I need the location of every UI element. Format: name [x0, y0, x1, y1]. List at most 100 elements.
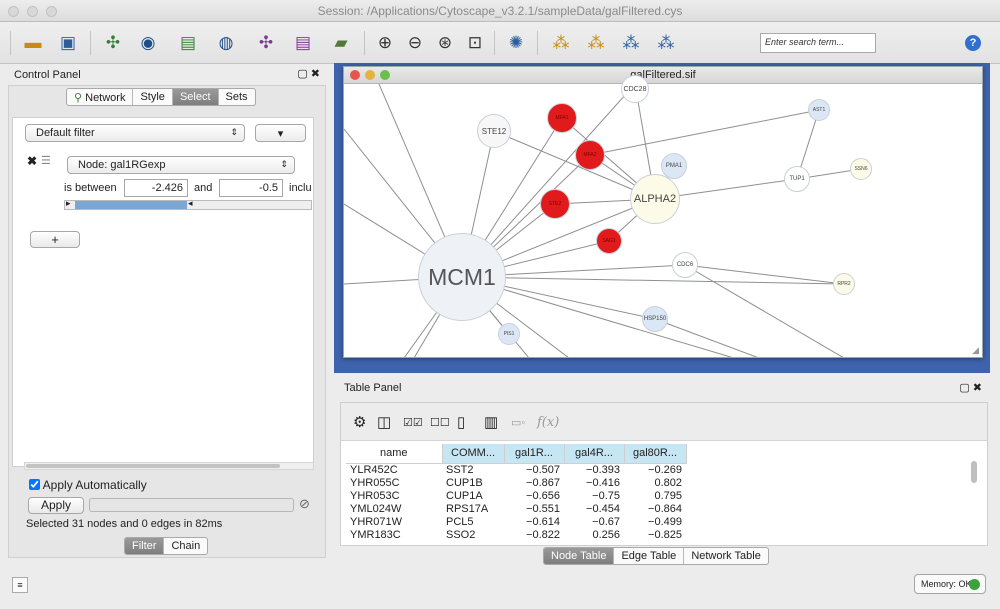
- tab-node-table[interactable]: Node Table: [544, 548, 615, 564]
- network-node-hsp150[interactable]: HSP150: [642, 306, 668, 332]
- filter-select-dropdown[interactable]: Default filter ⇕: [25, 124, 245, 142]
- export-network-icon[interactable]: ✣: [253, 30, 279, 56]
- column-header-gal1r[interactable]: gal1R...: [504, 444, 565, 464]
- zoom-in-icon[interactable]: ⊕: [372, 30, 398, 56]
- panel-float-close-icons[interactable]: ▢ ✖: [297, 67, 320, 80]
- tab-chain[interactable]: Chain: [164, 538, 207, 554]
- network-node-tup1[interactable]: TUP1: [784, 166, 810, 192]
- close-view-icon[interactable]: [350, 70, 360, 80]
- table-cell[interactable]: YML024W: [346, 503, 442, 516]
- table-row[interactable]: YHR053C CUP1A −0.656 −0.75 0.795: [346, 490, 686, 503]
- table-cell[interactable]: YHR071W: [346, 516, 442, 529]
- column-header-gal4r[interactable]: gal4R...: [564, 444, 625, 464]
- network-node-rpr2[interactable]: RPR2: [833, 273, 855, 295]
- help-icon[interactable]: ?: [965, 35, 981, 51]
- table-cell[interactable]: −0.416: [564, 477, 624, 490]
- table-cell[interactable]: −0.67: [564, 516, 624, 529]
- table-panel-float-close-icons[interactable]: ▢ ✖: [959, 381, 982, 394]
- new-column-icon[interactable]: ▯: [457, 413, 465, 431]
- table-cell[interactable]: YLR452C: [346, 463, 442, 477]
- zoom-selected-icon[interactable]: ⊛: [432, 30, 458, 56]
- table-cell[interactable]: −0.867: [504, 477, 564, 490]
- table-cell[interactable]: −0.656: [504, 490, 564, 503]
- table-cell[interactable]: −0.614: [504, 516, 564, 529]
- column-select-dropdown[interactable]: Node: gal1RGexp ⇕: [67, 156, 295, 174]
- maximize-view-icon[interactable]: [380, 70, 390, 80]
- slider-high-thumb[interactable]: ◂: [188, 198, 193, 209]
- scrollbar-thumb[interactable]: [26, 464, 280, 468]
- table-cell[interactable]: SSO2: [442, 529, 504, 542]
- save-icon[interactable]: ▣: [55, 30, 81, 56]
- select-first-neighbors-icon[interactable]: ⁂: [548, 30, 574, 56]
- apply-automatically-checkbox[interactable]: Apply Automatically: [29, 478, 147, 492]
- import-network-icon[interactable]: ✣: [100, 30, 126, 56]
- cancel-icon[interactable]: ⊘: [299, 496, 310, 512]
- table-cell[interactable]: 0.802: [624, 477, 686, 490]
- table-row[interactable]: YMR183C SSO2 −0.822 0.256 −0.825: [346, 529, 686, 542]
- table-cell[interactable]: −0.551: [504, 503, 564, 516]
- table-row[interactable]: YHR071W PCL5 −0.614 −0.67 −0.499: [346, 516, 686, 529]
- tab-edge-table[interactable]: Edge Table: [614, 548, 685, 564]
- table-cell[interactable]: −0.393: [564, 463, 624, 477]
- tab-select[interactable]: Select: [172, 89, 219, 105]
- table-cell[interactable]: YHR055C: [346, 477, 442, 490]
- network-node-pma1[interactable]: PMA1: [661, 153, 687, 179]
- column-header-common[interactable]: COMM...: [442, 444, 505, 464]
- drag-handle-icon[interactable]: ☰: [41, 154, 51, 167]
- import-network-db-icon[interactable]: ◉: [135, 30, 161, 56]
- range-low-input[interactable]: -2.426: [124, 179, 188, 197]
- table-cell[interactable]: PCL5: [442, 516, 504, 529]
- tab-network[interactable]: ⚲ Network: [67, 89, 134, 105]
- table-cell[interactable]: SST2: [442, 463, 504, 477]
- column-header-name[interactable]: name: [346, 444, 443, 464]
- resize-grip-icon[interactable]: ◢: [972, 345, 979, 356]
- tab-filter[interactable]: Filter: [125, 538, 165, 554]
- layout-icon[interactable]: ✺: [503, 30, 529, 56]
- table-options-gear-icon[interactable]: ⚙: [353, 413, 366, 431]
- network-node-ast1[interactable]: AST1: [808, 99, 830, 121]
- table-cell[interactable]: −0.822: [504, 529, 564, 542]
- tab-style[interactable]: Style: [133, 89, 173, 105]
- memory-status-button[interactable]: Memory: OK: [914, 574, 986, 594]
- range-high-input[interactable]: -0.5: [219, 179, 283, 197]
- import-table-icon[interactable]: ▤: [175, 30, 201, 56]
- network-node-cdc28[interactable]: CDC28: [621, 75, 649, 103]
- apply-button[interactable]: Apply: [28, 497, 84, 514]
- table-cell[interactable]: −0.269: [624, 463, 686, 477]
- import-table-db-icon[interactable]: ◍: [213, 30, 239, 56]
- task-history-icon[interactable]: ≡: [12, 577, 28, 593]
- tab-network-table[interactable]: Network Table: [684, 548, 768, 564]
- table-row[interactable]: YHR055C CUP1B −0.867 −0.416 0.802: [346, 477, 686, 490]
- table-cell[interactable]: −0.507: [504, 463, 564, 477]
- table-vertical-scrollbar[interactable]: [971, 461, 977, 483]
- table-cell[interactable]: −0.499: [624, 516, 686, 529]
- show-columns-icon[interactable]: ◫: [377, 413, 391, 431]
- table-cell[interactable]: CUP1A: [442, 490, 504, 503]
- table-cell[interactable]: RPS17A: [442, 503, 504, 516]
- table-cell[interactable]: −0.825: [624, 529, 686, 542]
- column-header-gal80r[interactable]: gal80R...: [624, 444, 687, 464]
- network-node-pis1[interactable]: PIS1: [498, 323, 520, 345]
- function-builder-icon[interactable]: f(x): [537, 415, 559, 430]
- table-cell[interactable]: −0.864: [624, 503, 686, 516]
- network-node-alpha2[interactable]: ALPHA2: [630, 174, 680, 224]
- deselect-all-attributes-icon[interactable]: ☐☐: [430, 416, 450, 429]
- expand-icon[interactable]: ⁂: [653, 30, 679, 56]
- table-cell[interactable]: −0.75: [564, 490, 624, 503]
- network-node-ssn6[interactable]: SSN6: [850, 158, 872, 180]
- zoom-fit-icon[interactable]: ⊡: [462, 30, 488, 56]
- table-cell[interactable]: 0.256: [564, 529, 624, 542]
- hide-icon[interactable]: ⁂: [583, 30, 609, 56]
- table-cell[interactable]: CUP1B: [442, 477, 504, 490]
- search-input[interactable]: Enter search term...: [760, 33, 876, 53]
- table-cell[interactable]: 0.795: [624, 490, 686, 503]
- network-node-ste12[interactable]: STE12: [477, 114, 511, 148]
- remove-condition-icon[interactable]: ✖: [27, 154, 37, 168]
- network-node-mfa1[interactable]: MFA1: [547, 103, 577, 133]
- table-cell[interactable]: YMR183C: [346, 529, 442, 542]
- range-slider[interactable]: ▸ ◂: [64, 198, 312, 210]
- show-all-icon[interactable]: ⁂: [618, 30, 644, 56]
- open-folder-icon[interactable]: ▬: [20, 30, 46, 56]
- network-node-cdc6[interactable]: CDC6: [672, 252, 698, 278]
- network-node-sag1[interactable]: SAG1: [596, 228, 622, 254]
